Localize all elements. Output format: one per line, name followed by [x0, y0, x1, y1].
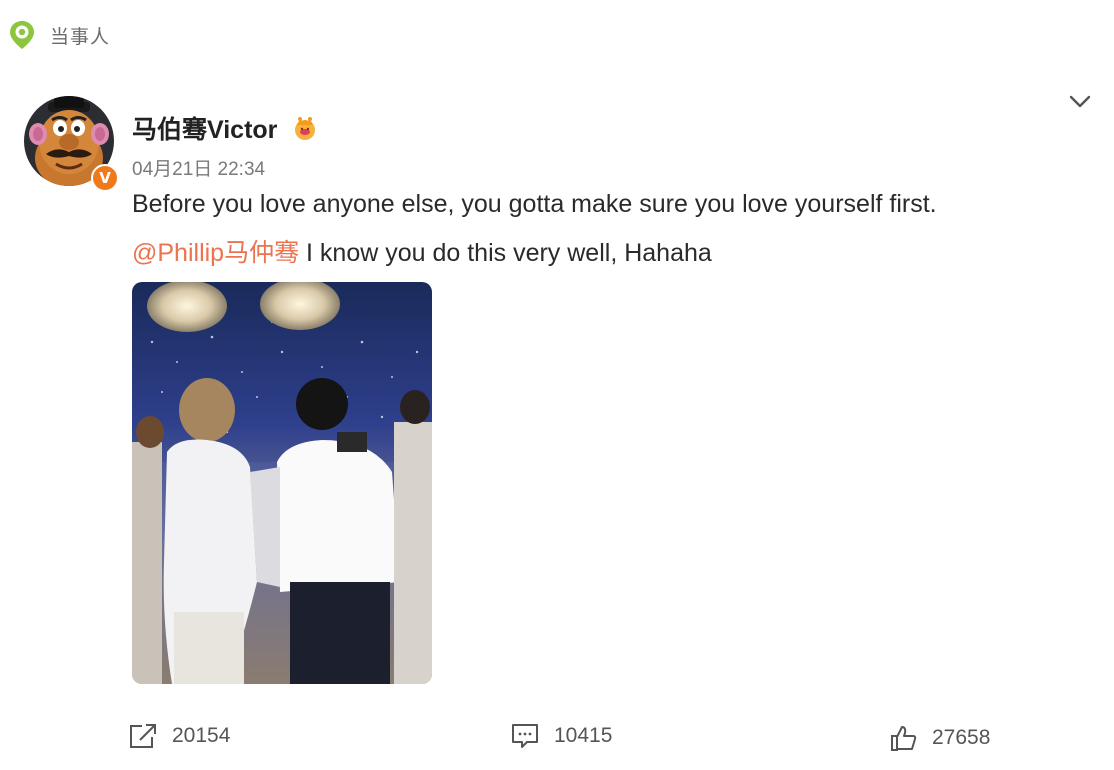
- repost-count: 20154: [172, 724, 231, 747]
- topbar-label: 当事人: [50, 25, 111, 48]
- repost-button[interactable]: 20154: [128, 722, 230, 750]
- like-button[interactable]: 27658: [890, 724, 990, 752]
- author-row: 马伯骞Victor: [132, 110, 319, 146]
- chevron-down-icon[interactable]: [1068, 92, 1092, 110]
- avatar[interactable]: V: [24, 96, 119, 192]
- post-text-line1: Before you love anyone else, you gotta m…: [132, 190, 937, 218]
- verified-badge: V: [91, 164, 119, 192]
- location-pin-icon: [10, 21, 34, 49]
- post-photo[interactable]: [132, 282, 432, 684]
- post-timestamp[interactable]: 04月21日 22:34: [132, 154, 265, 181]
- comment-button[interactable]: 10415: [510, 722, 612, 750]
- author-name[interactable]: 马伯骞Victor: [132, 110, 277, 146]
- comment-icon: [512, 724, 538, 748]
- topbar: 当事人: [8, 18, 110, 52]
- crown-badge-icon: [295, 117, 316, 140]
- repost-icon: [130, 724, 156, 748]
- like-count: 27658: [932, 726, 991, 749]
- post-text-continuation: I know you do this very well, Hahaha: [299, 239, 712, 267]
- comment-count: 10415: [554, 724, 613, 747]
- thumbs-up-icon: [891, 726, 917, 751]
- post-text-line2: @Phillip马仲骞 I know you do this very well…: [132, 233, 712, 269]
- mention-link[interactable]: @Phillip马仲骞: [132, 239, 299, 267]
